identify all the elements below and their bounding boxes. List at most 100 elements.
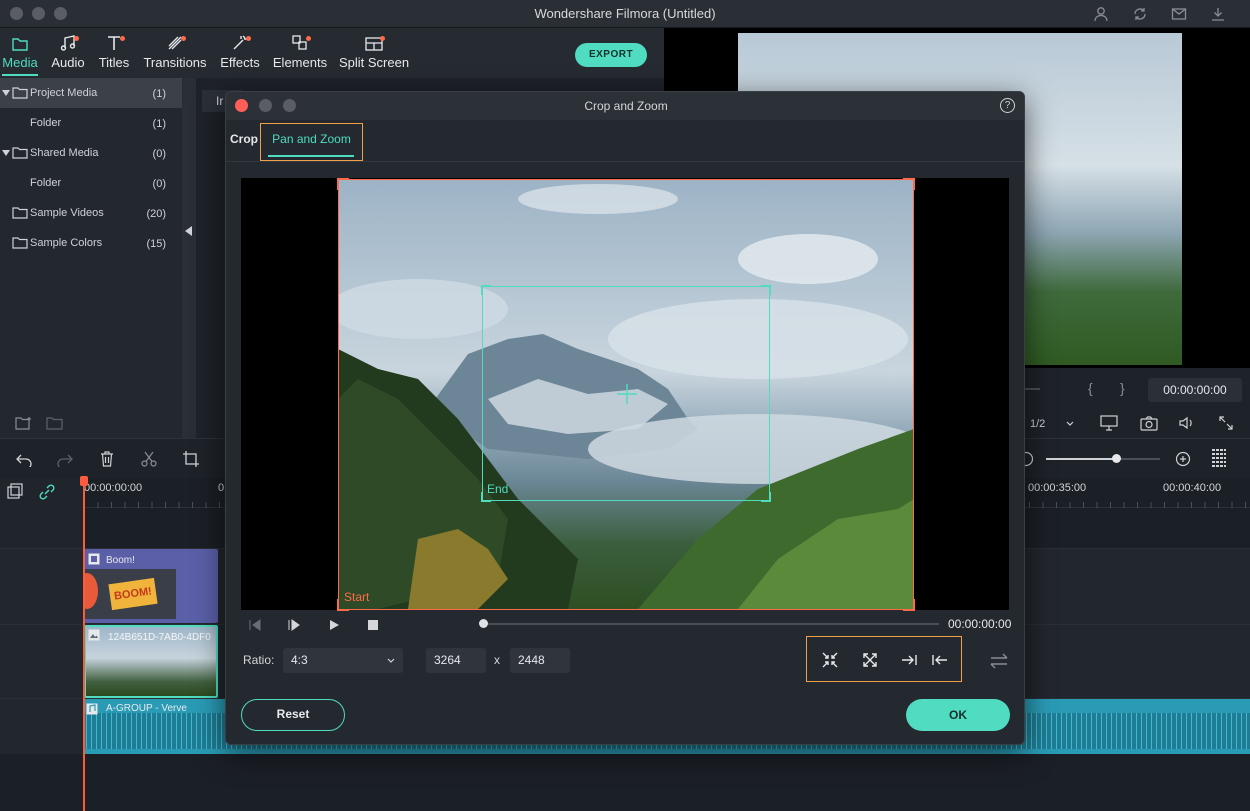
export-button[interactable]: EXPORT (575, 43, 647, 67)
volume-icon[interactable] (1178, 415, 1196, 431)
zoom-slider-knob[interactable] (1112, 454, 1121, 463)
timeline-levels-icon[interactable] (1211, 448, 1227, 470)
library-item-shared-folder[interactable]: Folder (0) (0, 168, 182, 198)
zoom-in-icon[interactable] (1175, 451, 1191, 467)
zoom-out-preset-button[interactable] (859, 649, 881, 671)
tab-media-label: Media (2, 55, 38, 70)
mark-out-button[interactable]: } (1120, 380, 1125, 396)
redo-icon[interactable] (56, 451, 74, 467)
image-clip-icon (88, 629, 100, 641)
library-item-label: Sample Videos (30, 207, 104, 219)
new-dot-icon (246, 36, 251, 41)
end-crop-rect[interactable] (481, 285, 771, 502)
height-field[interactable]: 2448 (510, 648, 570, 673)
end-corner-handle[interactable] (481, 285, 491, 295)
mark-in-button[interactable]: { (1088, 380, 1093, 396)
start-corner-handle[interactable] (337, 178, 349, 190)
help-button[interactable]: ? (1000, 98, 1015, 113)
zoom-in-arrows-icon (822, 652, 838, 668)
crop-icon[interactable] (182, 450, 200, 468)
new-folder-icon[interactable] (15, 416, 33, 431)
library-item-count: (15) (146, 238, 166, 250)
ok-button[interactable]: OK (906, 699, 1010, 731)
sync-icon[interactable] (1131, 5, 1149, 23)
library-item-shared-media[interactable]: Shared Media (0) (0, 138, 182, 168)
clip-audio-label: A-GROUP - Verve (106, 703, 187, 714)
camera-icon[interactable] (1140, 415, 1158, 431)
tab-split-screen[interactable]: Split Screen (336, 28, 412, 78)
zoom-slider-track[interactable] (1046, 458, 1160, 460)
playhead-line[interactable] (83, 478, 85, 811)
crop-zoom-dialog: Crop and Zoom ? Crop Pan and Zoom Start … (225, 91, 1025, 745)
playhead-handle[interactable] (80, 476, 88, 486)
arrow-to-right-icon (902, 655, 917, 665)
folder-icon (12, 207, 28, 219)
stop-icon[interactable] (368, 620, 378, 630)
tab-audio-label: Audio (51, 55, 85, 70)
swap-start-end-button[interactable] (988, 651, 1010, 671)
boom-thumbnail-text: BOOM! (108, 577, 158, 611)
play-icon[interactable] (328, 619, 340, 631)
pan-right-preset-button[interactable] (898, 649, 920, 671)
dialog-title: Crop and Zoom (584, 99, 668, 113)
clip-shape (84, 573, 98, 609)
folder-icon (12, 237, 28, 249)
end-corner-handle[interactable] (761, 492, 771, 502)
triangle-down-icon[interactable] (2, 89, 10, 97)
tab-audio[interactable]: Audio (48, 28, 88, 78)
boom-thumbnail: BOOM! (84, 569, 176, 619)
video-clip[interactable]: 124B651D-7AB0-4DF0 (84, 625, 218, 698)
pan-left-preset-button[interactable] (929, 649, 951, 671)
dialog-scrub-track[interactable] (481, 623, 939, 625)
add-track-icon[interactable] (6, 483, 24, 501)
tab-transitions[interactable]: Transitions (140, 28, 210, 78)
quality-select[interactable]: 1/2 (1026, 414, 1080, 434)
undo-icon[interactable] (15, 451, 33, 467)
start-corner-handle[interactable] (903, 599, 915, 611)
fullscreen-icon[interactable] (1218, 415, 1234, 431)
clip-video-label: 124B651D-7AB0-4DF0 (108, 632, 211, 643)
tab-crop[interactable]: Crop (230, 132, 258, 146)
ratio-select[interactable]: 4:3 (283, 648, 403, 673)
dialog-scrub-knob[interactable] (479, 619, 488, 628)
scissors-icon[interactable] (140, 450, 158, 468)
library-item-project-folder[interactable]: Folder (1) (0, 108, 182, 138)
tab-media[interactable]: Media (0, 28, 40, 78)
library-item-sample-colors[interactable]: Sample Colors (15) (0, 228, 182, 258)
start-corner-handle[interactable] (903, 178, 915, 190)
new-dot-icon (306, 36, 311, 41)
swap-arrows-icon (990, 653, 1008, 669)
zoom-slider-fill (1046, 458, 1116, 460)
library-item-sample-videos[interactable]: Sample Videos (20) (0, 198, 182, 228)
triangle-down-icon[interactable] (2, 149, 10, 157)
prev-frame-icon[interactable] (248, 619, 262, 631)
title-clip[interactable]: Boom! BOOM! (84, 549, 218, 623)
tab-titles[interactable]: Titles (94, 28, 134, 78)
reset-button[interactable]: Reset (241, 699, 345, 731)
pan-zoom-presets (806, 636, 962, 682)
tab-elements[interactable]: Elements (270, 28, 330, 78)
folder-outline-icon[interactable] (46, 416, 64, 431)
filmora-app: Wondershare Filmora (Untitled) Media Aud… (0, 0, 1250, 811)
link-icon[interactable] (38, 483, 56, 501)
monitor-icon[interactable] (1100, 415, 1118, 431)
message-icon[interactable] (1170, 5, 1188, 23)
end-corner-handle[interactable] (761, 285, 771, 295)
tab-titles-label: Titles (98, 55, 130, 70)
account-icon[interactable] (1092, 5, 1110, 23)
collapse-left-icon[interactable] (185, 226, 193, 236)
library-collapse-strip[interactable] (182, 78, 196, 438)
download-icon[interactable] (1209, 5, 1227, 23)
library-item-project-media[interactable]: Project Media (1) (0, 78, 182, 108)
width-field[interactable]: 3264 (426, 648, 486, 673)
trash-icon[interactable] (99, 450, 115, 468)
center-crosshair-icon[interactable] (617, 384, 637, 404)
tab-effects[interactable]: Effects (216, 28, 264, 78)
preview-timecode: 00:00:00:00 (1148, 378, 1242, 402)
zoom-in-preset-button[interactable] (819, 649, 841, 671)
new-dot-icon (181, 36, 186, 41)
tab-split-screen-label: Split Screen (338, 55, 410, 70)
tab-active-indicator (268, 155, 354, 157)
play-frame-icon[interactable] (287, 619, 301, 631)
new-dot-icon (74, 36, 79, 41)
